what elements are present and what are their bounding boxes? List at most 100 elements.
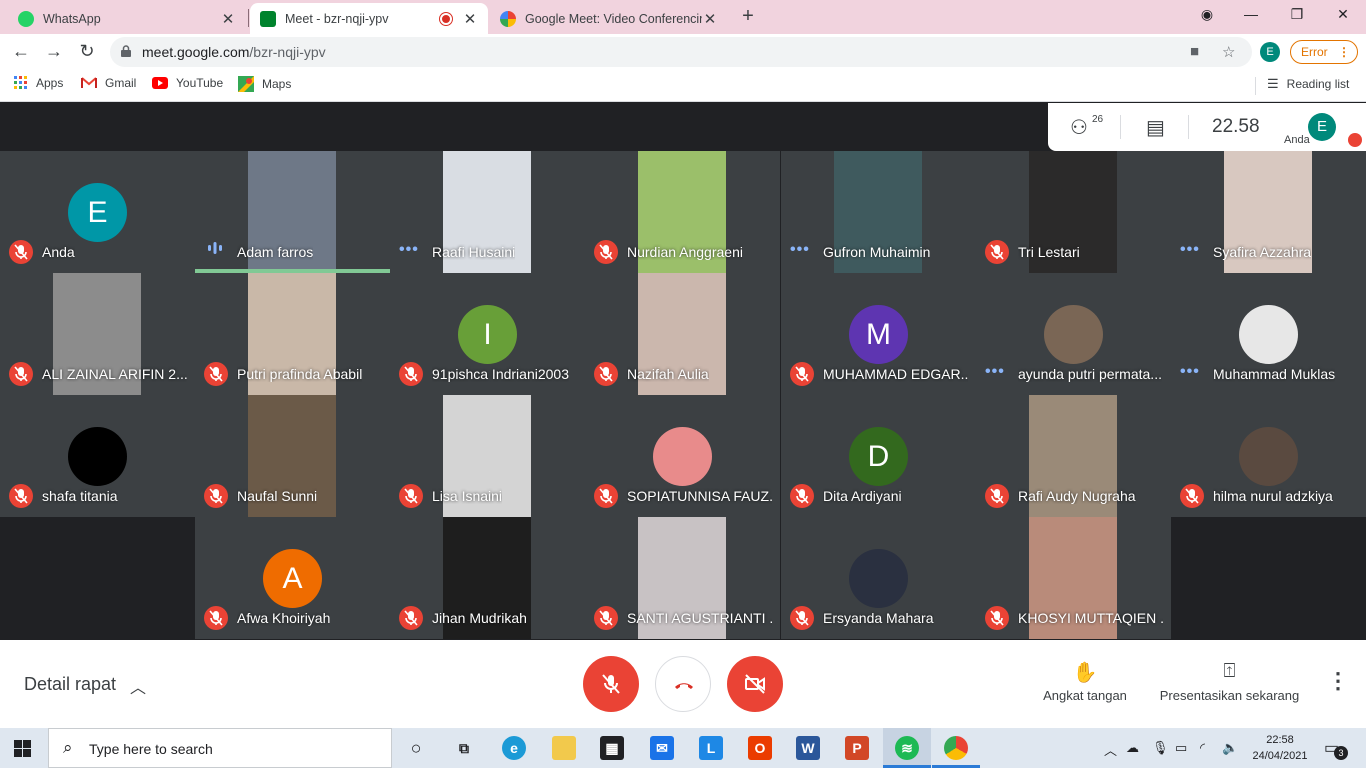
participant-tile[interactable]: shafa titania	[0, 395, 195, 517]
leave-call-button[interactable]	[655, 656, 711, 712]
participant-tile[interactable]: M MUHAMMAD EDGAR...	[781, 273, 976, 395]
lens-app-icon[interactable]: L	[699, 736, 723, 760]
back-icon[interactable]: ←	[10, 41, 32, 62]
store-icon[interactable]: ▦	[600, 736, 624, 760]
participant-tile[interactable]: Rafi Audy Nugraha	[976, 395, 1171, 517]
meeting-details-button[interactable]: Detail rapat	[24, 674, 116, 695]
camera-toggle-button[interactable]	[727, 656, 783, 712]
tray-expand-icon[interactable]: ︿	[1104, 740, 1117, 759]
participant-tile[interactable]: SANTI AGUSTRIANTI ...	[585, 517, 780, 639]
participant-tile[interactable]: ••• ayunda putri permata...	[976, 273, 1171, 395]
mic-off-icon	[594, 606, 618, 630]
bookmark-gmail[interactable]: Gmail	[81, 76, 136, 90]
participant-tile[interactable]: I 91pishca Indriani2003	[390, 273, 585, 395]
participant-name: Nazifah Aulia	[627, 366, 709, 382]
error-button[interactable]: Error ⋮	[1290, 40, 1358, 64]
windows-start-icon[interactable]	[14, 740, 31, 757]
tab-search-icon[interactable]: ◉	[1197, 6, 1217, 23]
participant-tile[interactable]: ••• Muhammad Muklas	[1171, 273, 1366, 395]
participant-name: Syafira Azzahra	[1213, 244, 1312, 260]
volume-icon[interactable]: 🔈	[1222, 740, 1238, 756]
notification-center-icon[interactable]: ▭ 3	[1324, 738, 1348, 760]
camera-off-icon	[745, 674, 765, 694]
self-avatar: E	[1308, 113, 1336, 141]
camera-icon[interactable]: ■	[1190, 43, 1199, 60]
error-label: Error	[1301, 45, 1328, 59]
tab-google-meet-info[interactable]: Google Meet: Video Conferencin ✕	[490, 3, 728, 34]
mic-toggle-button[interactable]	[583, 656, 639, 712]
forward-icon[interactable]: →	[43, 41, 65, 62]
participant-tile[interactable]: SOPIATUNNISA FAUZ...	[585, 395, 780, 517]
onedrive-icon[interactable]: ☁	[1126, 740, 1139, 756]
bookmark-apps[interactable]: Apps	[14, 76, 63, 90]
participant-tile[interactable]: Adam farros	[195, 151, 390, 273]
address-bar[interactable]: meet.google.com/bzr-nqji-ypv ■ ☆	[110, 37, 1252, 67]
participant-tile[interactable]: Nurdian Anggraeni	[585, 151, 780, 273]
chrome-icon[interactable]	[944, 736, 968, 760]
participant-tile[interactable]: ••• Syafira Azzahra	[1171, 151, 1366, 273]
audio-wave-icon	[207, 241, 223, 259]
chat-icon[interactable]: ▤	[1146, 115, 1165, 140]
close-tab-icon[interactable]: ✕	[220, 10, 236, 28]
participant-photo	[68, 427, 127, 486]
empty-tile[interactable]	[1171, 517, 1366, 639]
participant-tile[interactable]: ••• Gufron Muhaimin	[781, 151, 976, 273]
tab-meet[interactable]: Meet - bzr-nqji-ypv ✕	[250, 3, 488, 34]
cortana-icon[interactable]: ○	[404, 736, 428, 760]
audio-level-icon: •••	[790, 241, 810, 258]
participant-tile[interactable]: D Dita Ardiyani	[781, 395, 976, 517]
participant-tile[interactable]: ••• Raafi Husaini	[390, 151, 585, 273]
more-options-icon[interactable]: ⋮	[1327, 668, 1349, 694]
participant-tile[interactable]: KHOSYI MUTTAQIEN ...	[976, 517, 1171, 639]
raise-hand-label: Angkat tangan	[1043, 688, 1127, 703]
participant-tile[interactable]: E Anda	[0, 151, 195, 273]
reload-icon[interactable]: ↻	[76, 41, 98, 62]
edge-icon[interactable]: e	[502, 736, 526, 760]
participant-name: Lisa Isnaini	[432, 488, 503, 504]
participant-name: ALI ZAINAL ARIFIN 2...	[42, 366, 187, 382]
profile-avatar[interactable]: E	[1260, 42, 1280, 62]
bookmark-star-icon[interactable]: ☆	[1222, 43, 1235, 61]
spotify-icon[interactable]: ≋	[895, 736, 919, 760]
close-window-icon[interactable]: ✕	[1333, 6, 1353, 23]
restore-icon[interactable]: ❐	[1287, 6, 1307, 23]
chevron-up-icon[interactable]: ︿	[130, 674, 146, 698]
new-tab-icon[interactable]: +	[738, 5, 758, 28]
clock-date: 24/04/2021	[1252, 750, 1308, 762]
participant-tile[interactable]: Nazifah Aulia	[585, 273, 780, 395]
raise-hand-button[interactable]: ✋ Angkat tangan	[1035, 660, 1135, 703]
wifi-icon[interactable]: ◜	[1200, 740, 1205, 756]
mail-icon[interactable]: ✉	[650, 736, 674, 760]
mic-off-icon	[985, 484, 1009, 508]
participant-tile[interactable]: Putri prafinda Ababil	[195, 273, 390, 395]
participant-tile[interactable]: Jihan Mudrikah	[390, 517, 585, 639]
close-tab-icon[interactable]: ✕	[462, 10, 478, 28]
taskbar-clock[interactable]: 22:58 24/04/2021	[1249, 732, 1311, 764]
participant-tile[interactable]: Tri Lestari	[976, 151, 1171, 273]
participant-tile[interactable]: hilma nurul adzkiya	[1171, 395, 1366, 517]
office-icon[interactable]: O	[748, 736, 772, 760]
taskbar-search[interactable]: ⌕ Type here to search	[48, 728, 392, 768]
word-icon[interactable]: W	[796, 736, 820, 760]
present-now-button[interactable]: ⍐ Presentasikan sekarang	[1152, 660, 1307, 703]
apps-grid-icon	[14, 76, 27, 89]
youtube-icon	[152, 77, 168, 89]
participant-tile[interactable]: A Afwa Khoiriyah	[195, 517, 390, 639]
participant-tile[interactable]: ALI ZAINAL ARIFIN 2...	[0, 273, 195, 395]
participant-tile[interactable]: Lisa Isnaini	[390, 395, 585, 517]
task-view-icon[interactable]: ⧉	[452, 736, 476, 760]
battery-icon[interactable]: ▭	[1175, 740, 1187, 756]
minimize-icon[interactable]: —	[1241, 6, 1261, 22]
powerpoint-icon[interactable]: P	[845, 736, 869, 760]
file-explorer-icon[interactable]	[552, 736, 576, 760]
tab-whatsapp[interactable]: WhatsApp ✕	[8, 3, 246, 34]
empty-tile[interactable]	[0, 517, 195, 639]
bookmark-maps[interactable]: Maps	[238, 76, 291, 92]
participant-tile[interactable]: Naufal Sunni	[195, 395, 390, 517]
reading-list-button[interactable]: ☰ Reading list	[1267, 76, 1349, 92]
people-icon[interactable]: ⚇	[1070, 115, 1088, 140]
microphone-icon[interactable]: 🎙	[1152, 740, 1169, 756]
participant-tile[interactable]: Ersyanda Mahara	[781, 517, 976, 639]
bookmark-youtube[interactable]: YouTube	[152, 76, 223, 90]
close-tab-icon[interactable]: ✕	[702, 10, 718, 28]
